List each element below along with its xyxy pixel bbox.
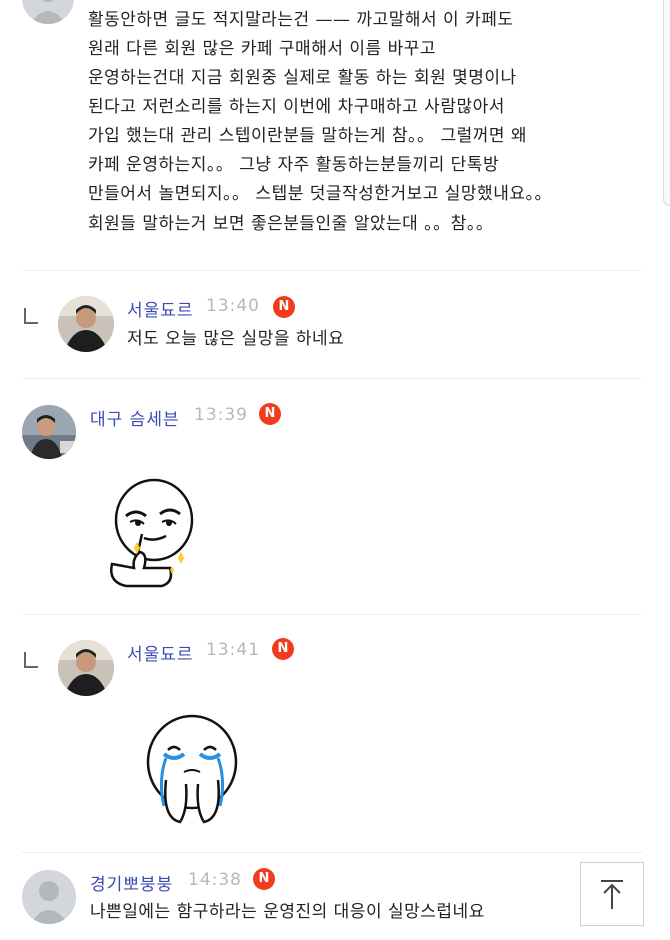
avatar[interactable] [58,296,114,352]
divider [22,852,642,853]
comment-text-line: 회원들 말하는거 보면 좋은분들인줄 알았는대 。。참。。 [88,214,494,234]
default-user-icon [22,0,74,24]
comment-text-line: 원래 다른 회원 많은 카페 구매해서 이름 바꾸고 [88,39,436,59]
comment-text-line: 가입 했는대 관리 스텝이란분들 말하는게 참。。 그럴꺼면 왜 [88,126,528,146]
comment-text-line: 만들어서 놀면되지。。 스텝분 덧글작성한거보고 실망했내요。。 [88,184,552,204]
avatar[interactable] [22,0,74,24]
comment-time: 13:40 [206,296,260,316]
avatar[interactable] [22,870,76,924]
nickname[interactable]: 대구 슴세븐 [90,405,180,430]
arrow-up-to-top-icon [601,880,623,909]
comment-text-line: 활동안하면 글도 적지말라는건 —— 까고말해서 이 카페도 [88,10,514,30]
new-badge: N [273,296,295,318]
reply-indicator-icon [24,308,38,324]
nickname[interactable]: 서울됴르 [127,640,194,665]
nickname[interactable]: 경기뽀붕붕 [90,870,173,895]
comment-text-line: 카페 운영하는지。。 그냥 자주 활동하는분들끼리 단톡방 [88,155,500,175]
comment-time: 14:38 [188,870,242,890]
comment-time: 13:41 [206,640,260,660]
nickname[interactable]: 서울됴르 [127,296,194,321]
new-badge: N [253,868,275,890]
comment-text-line: 된다고 저런소리를 하는지 이번에 차구매하고 사람많아서 [88,97,505,117]
profile-photo [58,296,114,352]
comment-text-line: 운영하는건대 지금 회원중 실제로 활동 하는 회원 몇명이나 [88,68,517,88]
avatar[interactable] [22,405,76,459]
divider [22,378,642,379]
scrollbar-edge[interactable] [663,0,670,206]
crying-sticker [144,710,240,832]
avatar[interactable] [58,640,114,696]
default-user-icon [22,870,76,924]
comment-text: 나쁜일에는 함구하라는 운영진의 대응이 실망스럽네요 [90,902,485,922]
profile-photo [22,405,76,459]
new-badge: N [272,638,294,660]
reply-indicator-icon [24,652,38,668]
profile-photo [58,640,114,696]
comment-text: 저도 오늘 많은 실망을 하네요 [127,329,345,349]
comment-time: 13:39 [194,405,248,425]
new-badge: N [259,403,281,425]
pointing-sticker [104,472,200,594]
scroll-to-top-button[interactable] [580,862,644,926]
divider [22,614,642,615]
divider [22,270,642,271]
